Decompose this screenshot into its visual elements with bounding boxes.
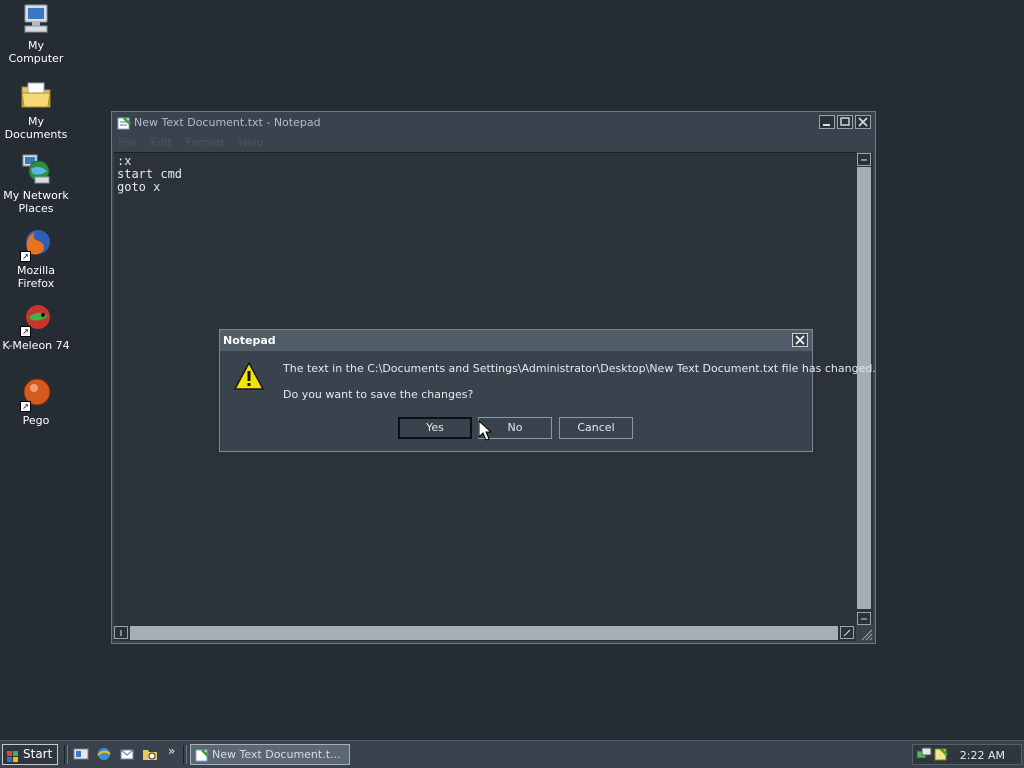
pego-icon: ↗ <box>19 377 53 412</box>
clock[interactable]: 2:22 AM <box>960 749 1005 762</box>
mouse-cursor-icon <box>478 419 493 445</box>
start-label: Start <box>23 747 53 761</box>
network-tray-icon[interactable] <box>916 746 932 765</box>
quicklaunch-outlook-express-icon[interactable] <box>119 746 135 762</box>
shortcut-arrow-icon: ↗ <box>20 401 31 412</box>
dialog-question: Do you want to save the changes? <box>283 388 474 401</box>
quicklaunch-overflow-chevron[interactable]: » <box>168 744 175 758</box>
vertical-scroll-thumb[interactable] <box>857 167 871 609</box>
taskbar-separator <box>183 745 187 764</box>
desktop-icon-label: My Computer <box>8 39 64 65</box>
taskbar: Start » New Text Document.t... 2:22 AM <box>0 740 1024 768</box>
menu-file[interactable]: File <box>118 136 136 150</box>
folder-icon <box>19 78 53 112</box>
menu-bar: File Edit Format Help <box>118 136 264 150</box>
desktop-icon-my-network-places[interactable]: My Network Places <box>0 152 72 215</box>
editor-content: :x start cmd goto x <box>117 154 183 194</box>
quicklaunch-internet-explorer-icon[interactable] <box>96 746 112 762</box>
k-meleon-icon: ↗ <box>19 302 53 337</box>
dialog-close-button[interactable] <box>792 333 808 347</box>
close-icon <box>858 117 868 127</box>
notepad-icon <box>116 115 132 131</box>
dialog-titlebar[interactable]: Notepad <box>220 330 812 351</box>
taskbar-button-notepad[interactable]: New Text Document.t... <box>190 744 350 765</box>
cancel-button[interactable]: Cancel <box>559 417 633 439</box>
desktop-icon-label: K-Meleon 74 <box>2 339 70 352</box>
quicklaunch-folder-search-icon[interactable] <box>142 746 158 762</box>
close-icon <box>795 335 805 345</box>
scroll-down-icon <box>861 618 867 620</box>
scroll-down-button[interactable] <box>857 612 871 625</box>
system-tray: 2:22 AM <box>912 744 1022 765</box>
warning-icon <box>233 361 265 394</box>
horizontal-scroll-thumb[interactable] <box>130 626 838 640</box>
dialog-message: The text in the C:\Documents and Setting… <box>283 362 876 375</box>
window-titlebar[interactable]: New Text Document.txt - Notepad <box>112 112 875 134</box>
desktop-icon-pego[interactable]: ↗ Pego <box>0 377 72 427</box>
desktop-icon-label: My Documents <box>4 115 68 141</box>
desktop-icon-label: Mozilla Firefox <box>17 264 55 290</box>
scroll-right-button[interactable] <box>840 626 854 639</box>
notepad-tray-icon[interactable] <box>933 746 949 765</box>
scroll-up-icon <box>861 159 867 161</box>
desktop-icon-my-documents[interactable]: My Documents <box>0 78 72 141</box>
firefox-icon: ↗ <box>19 227 53 262</box>
windows-logo-icon <box>7 749 18 762</box>
close-button[interactable] <box>855 115 871 129</box>
taskbar-separator <box>64 745 68 764</box>
menu-edit[interactable]: Edit <box>150 136 171 150</box>
horizontal-scrollbar[interactable] <box>114 625 856 641</box>
scroll-left-button[interactable] <box>114 626 128 639</box>
yes-button[interactable]: Yes <box>398 417 472 439</box>
save-changes-dialog: Notepad The text in the C:\Documents and… <box>219 329 876 452</box>
shortcut-arrow-icon: ↗ <box>20 326 31 337</box>
minimize-icon <box>823 124 830 126</box>
window-title: New Text Document.txt - Notepad <box>134 116 321 129</box>
taskbar-button-label: New Text Document.t... <box>212 748 341 761</box>
desktop-icon-k-meleon[interactable]: ↗ K-Meleon 74 <box>0 302 72 352</box>
quicklaunch-show-desktop-icon[interactable] <box>73 746 89 762</box>
dialog-title: Notepad <box>223 334 276 347</box>
start-button[interactable]: Start <box>2 744 58 765</box>
desktop-icon-label: My Network Places <box>3 189 69 215</box>
desktop-icon-label: Pego <box>22 414 50 427</box>
computer-icon <box>19 2 53 36</box>
resize-grip-icon <box>861 629 873 641</box>
network-globe-icon <box>19 152 53 186</box>
desktop-icon-mozilla-firefox[interactable]: ↗ Mozilla Firefox <box>0 227 72 290</box>
menu-format[interactable]: Format <box>186 136 225 150</box>
scroll-left-icon <box>120 630 122 636</box>
shortcut-arrow-icon: ↗ <box>20 251 31 262</box>
maximize-button[interactable] <box>837 115 853 129</box>
menu-help[interactable]: Help <box>239 136 264 150</box>
notepad-icon <box>194 747 210 764</box>
vertical-scrollbar[interactable] <box>856 153 873 625</box>
maximize-icon <box>840 117 850 126</box>
scroll-up-button[interactable] <box>857 153 871 166</box>
scroll-right-icon <box>843 629 851 637</box>
minimize-button[interactable] <box>819 115 835 129</box>
desktop-icon-my-computer[interactable]: My Computer <box>0 2 72 65</box>
resize-grip[interactable] <box>857 625 873 641</box>
